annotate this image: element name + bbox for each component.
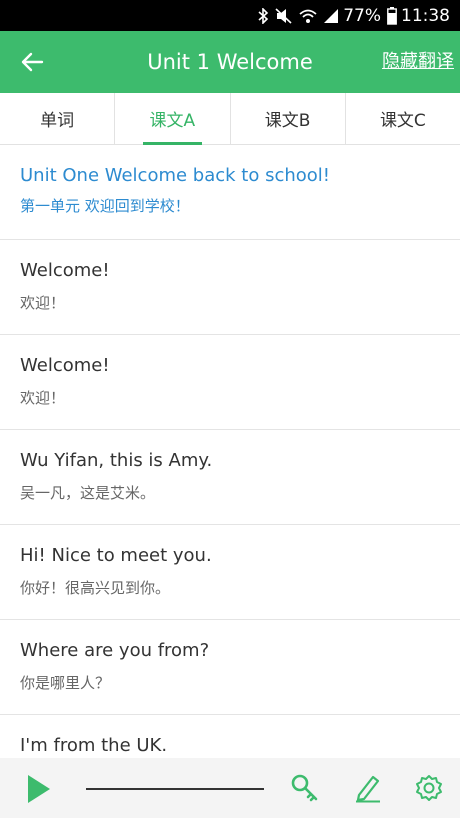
- sentence-item[interactable]: Wu Yifan, this is Amy. 吴一凡，这是艾米。: [0, 430, 460, 525]
- status-bar: 77% 11:38: [0, 0, 460, 31]
- hide-translation-button[interactable]: 隐藏翻译: [382, 31, 454, 93]
- sentence-chinese: 欢迎！: [20, 389, 66, 407]
- signal-icon: [323, 8, 339, 24]
- sentence-english: Welcome!: [20, 355, 110, 376]
- sentence-english: Wu Yifan, this is Amy.: [20, 450, 213, 471]
- tab-text-b[interactable]: 课文B: [229, 93, 345, 144]
- sentence-item[interactable]: Hi! Nice to meet you. 你好！很高兴见到你。: [0, 525, 460, 620]
- sentence-chinese: 吴一凡，这是艾米。: [20, 484, 156, 502]
- search-word-icon: [291, 774, 318, 802]
- edit-button[interactable]: [352, 772, 384, 804]
- battery-percent: 77%: [343, 5, 381, 26]
- sentence-chinese: 你好！很高兴见到你。: [20, 579, 171, 597]
- sentence-chinese: 欢迎！: [20, 294, 66, 312]
- sentence-english: I'm from the UK.: [20, 735, 168, 756]
- sentence-item[interactable]: Welcome! 欢迎！: [0, 335, 460, 430]
- sentence-list: Unit One Welcome back to school! 第一单元 欢迎…: [0, 145, 460, 758]
- tab-text-a[interactable]: 课文A: [114, 93, 229, 145]
- settings-icon: [416, 775, 442, 801]
- edit-icon: [356, 775, 380, 803]
- heading-english: Unit One Welcome back to school!: [20, 165, 331, 186]
- play-button[interactable]: [26, 774, 52, 804]
- tab-text-c[interactable]: 课文C: [344, 93, 460, 144]
- sentence-chinese: 你是哪里人？: [20, 674, 111, 692]
- tab-bar: 单词 课文A 课文B 课文C: [0, 93, 460, 145]
- battery-icon: [387, 6, 397, 25]
- sentence-item[interactable]: Welcome! 欢迎！: [0, 240, 460, 335]
- sentence-item[interactable]: Where are you from? 你是哪里人？: [0, 620, 460, 715]
- settings-button[interactable]: [413, 772, 445, 804]
- tab-words[interactable]: 单词: [0, 93, 114, 144]
- heading-chinese: 第一单元 欢迎回到学校！: [20, 197, 190, 215]
- mute-icon: [275, 7, 293, 24]
- search-word-button[interactable]: [289, 772, 321, 804]
- wifi-icon: [299, 8, 317, 24]
- bluetooth-icon: [257, 7, 269, 24]
- sentence-item[interactable]: I'm from the UK.: [0, 715, 460, 758]
- app-bar: Unit 1 Welcome 隐藏翻译: [0, 31, 460, 93]
- audio-player-bar: [0, 758, 460, 818]
- play-icon: [28, 775, 50, 803]
- sentence-english: Where are you from?: [20, 640, 210, 661]
- sentence-english: Hi! Nice to meet you.: [20, 545, 212, 566]
- audio-progress-track[interactable]: [86, 788, 264, 790]
- lesson-heading[interactable]: Unit One Welcome back to school! 第一单元 欢迎…: [0, 145, 460, 240]
- clock: 11:38: [401, 5, 450, 26]
- sentence-english: Welcome!: [20, 260, 110, 281]
